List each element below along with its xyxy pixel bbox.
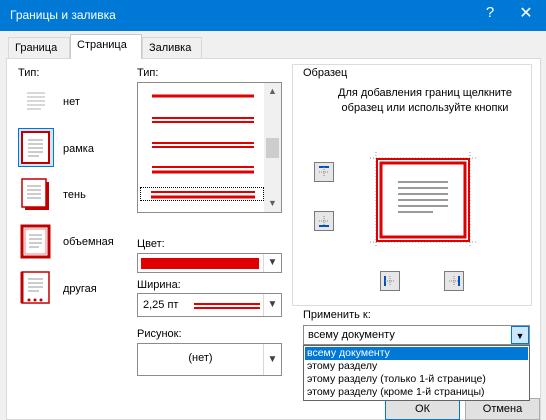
left-border-toggle-icon[interactable]: [380, 271, 400, 291]
art-value: (нет): [188, 352, 213, 364]
apply-option-this-section[interactable]: этому разделу: [305, 360, 528, 373]
apply-option-first-page-only[interactable]: этому разделу (только 1-й странице): [305, 373, 528, 386]
chevron-down-icon[interactable]: ▼: [511, 326, 529, 344]
preview-title: Образец: [303, 67, 348, 79]
chevron-down-icon[interactable]: ▼: [263, 294, 281, 316]
apply-value: всему документу: [308, 329, 395, 341]
line-style-option-selected[interactable]: [140, 187, 264, 201]
apply-label: Применить к:: [303, 309, 371, 321]
ok-button[interactable]: ОК: [385, 398, 460, 420]
style-label: Тип:: [137, 67, 159, 79]
bottom-border-toggle-icon[interactable]: [314, 211, 334, 231]
close-button[interactable]: ✕: [511, 3, 541, 23]
apply-to-select[interactable]: всему документу ▼: [303, 325, 530, 345]
width-line-preview: [194, 303, 260, 309]
chevron-down-icon[interactable]: ▼: [263, 344, 281, 375]
preview-hint: Для добавления границ щелкните образец и…: [338, 87, 512, 114]
art-select[interactable]: (нет) ▼: [137, 343, 282, 376]
setting-custom-label: другая: [63, 283, 97, 295]
chevron-down-icon[interactable]: ▼: [263, 254, 281, 272]
tab-shading-label: Заливка: [149, 42, 192, 54]
apply-option-whole-document[interactable]: всему документу: [305, 347, 528, 360]
color-picker[interactable]: ▼: [137, 253, 282, 273]
line-style-scrollbar[interactable]: ▲ ▼: [264, 83, 281, 212]
top-border-toggle-icon[interactable]: [314, 162, 334, 182]
apply-option-except-first-page[interactable]: этому разделу (кроме 1-й страницы): [305, 386, 528, 399]
window-title: Границы и заливка: [10, 8, 116, 22]
color-label: Цвет:: [137, 238, 165, 250]
scroll-down-icon[interactable]: ▼: [264, 195, 281, 212]
type-label: Тип:: [18, 67, 40, 79]
tab-border-label: Граница: [15, 42, 58, 54]
scroll-up-icon[interactable]: ▲: [264, 83, 281, 100]
setting-box-icon[interactable]: [18, 128, 54, 167]
scroll-thumb[interactable]: [266, 138, 279, 158]
setting-3d-icon[interactable]: [18, 222, 54, 261]
tab-border[interactable]: Граница: [8, 37, 70, 58]
line-style-option[interactable]: [140, 113, 264, 127]
setting-box-label: рамка: [63, 143, 94, 155]
line-style-option[interactable]: [140, 138, 264, 152]
cancel-button[interactable]: Отмена: [465, 398, 540, 420]
tab-page-border[interactable]: Страница: [70, 34, 142, 59]
tab-shading[interactable]: Заливка: [142, 37, 202, 58]
title-bar: Границы и заливка ? ✕: [0, 0, 546, 31]
preview-page[interactable]: [368, 150, 478, 250]
line-style-option[interactable]: [140, 89, 264, 103]
setting-shadow-icon[interactable]: [18, 175, 54, 214]
setting-none-label: нет: [63, 96, 80, 108]
right-border-toggle-icon[interactable]: [444, 271, 464, 291]
width-select[interactable]: 2,25 пт ▼: [137, 293, 282, 317]
setting-3d-label: объемная: [63, 236, 114, 248]
setting-shadow-label: тень: [63, 189, 86, 201]
width-value: 2,25 пт: [143, 299, 179, 311]
apply-to-dropdown: всему документу этому разделу этому разд…: [303, 345, 530, 401]
art-label: Рисунок:: [137, 328, 182, 340]
setting-custom-icon[interactable]: [18, 268, 54, 307]
color-swatch: [141, 258, 259, 269]
help-button[interactable]: ?: [480, 4, 500, 21]
line-style-list[interactable]: ▲ ▼: [137, 82, 282, 213]
tab-page-border-label: Страница: [77, 39, 127, 51]
line-style-option[interactable]: [140, 163, 264, 177]
setting-none-icon[interactable]: [18, 83, 54, 122]
width-label: Ширина:: [137, 279, 181, 291]
